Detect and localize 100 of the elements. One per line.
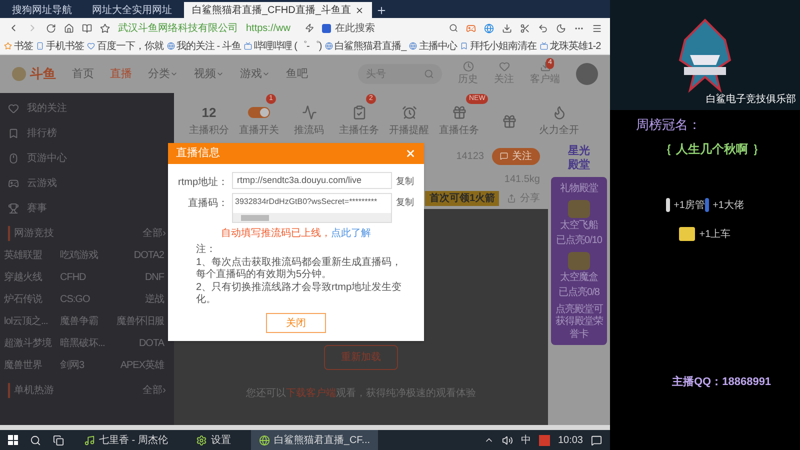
game-link[interactable]: 魔兽怀旧服 — [112, 314, 164, 329]
sidebar-item[interactable]: 赛事 — [0, 201, 174, 216]
star-icon[interactable] — [100, 22, 110, 34]
game-link[interactable]: 超激斗梦境 — [4, 336, 60, 351]
bookmark-item[interactable]: 拜托小姐南清在 — [460, 38, 537, 54]
windows-start-icon[interactable] — [8, 435, 18, 445]
game-link[interactable]: 穿越火线 — [4, 270, 60, 285]
search-field[interactable]: 在此搜索 — [322, 20, 441, 36]
nav-link[interactable]: 视频 — [194, 66, 224, 82]
url-text[interactable]: https://ww — [246, 20, 298, 36]
sidebar-item[interactable]: 页游中心 — [0, 151, 174, 166]
gamepad-icon[interactable] — [466, 22, 476, 34]
scissors-icon[interactable] — [520, 22, 530, 34]
search-icon[interactable] — [448, 23, 458, 33]
bookmark-label: 手机书签 — [46, 40, 84, 54]
globe-icon[interactable] — [484, 22, 494, 34]
pulse-icon[interactable] — [302, 105, 316, 120]
bookmark-item[interactable]: 哔哩哔哩 (゜-゜) — [244, 38, 322, 54]
close-button[interactable]: 关闭 — [266, 313, 326, 333]
input-field[interactable]: rtmp://sendtc3a.douyu.com/live — [232, 172, 392, 189]
browser-tab[interactable]: 白鲨熊猫君直播_CFHD直播_斗鱼直 — [184, 2, 372, 18]
more-link[interactable]: 全部› — [142, 383, 166, 398]
more-link[interactable]: 全部› — [142, 226, 166, 241]
game-link[interactable]: 英雄联盟 — [4, 248, 60, 263]
nav-link[interactable]: 鱼吧 — [286, 66, 308, 82]
download-link[interactable]: 下载客户端 — [286, 388, 336, 399]
bookmark-item[interactable]: 白鲨熊猫君直播_ — [324, 38, 406, 54]
bookmark-item[interactable]: 手机书签 — [36, 38, 84, 54]
tool-label: 直播开关 — [239, 124, 279, 138]
reward-picture — [568, 200, 590, 218]
new-tab-icon[interactable] — [376, 5, 387, 16]
browser-tab[interactable]: 搜狗网址导航 — [4, 2, 80, 18]
bookmark-label: 哔哩哔哩 (゜-゜) — [254, 40, 322, 54]
reload-icon[interactable] — [46, 22, 56, 34]
game-link[interactable]: 剑网3 — [60, 358, 112, 373]
game-link[interactable]: lol云顶之... — [4, 314, 60, 329]
reader-icon[interactable] — [82, 22, 92, 34]
game-link[interactable]: 逆战 — [112, 292, 164, 307]
taskbar-button[interactable]: 白鲨熊猫君直播_CF... — [250, 430, 378, 450]
text-area[interactable]: 3932834rDdHzGtB0?wsSecret=********* — [232, 193, 392, 223]
ime-indicator[interactable]: 中 — [520, 432, 531, 448]
moon-icon[interactable] — [556, 22, 566, 34]
bookmark-item[interactable]: 百度一下，你就 — [87, 38, 164, 54]
site-logo[interactable]: 斗鱼 — [12, 64, 56, 84]
bookmark-item[interactable]: 主播中心 — [409, 38, 458, 54]
browser-icon — [258, 434, 270, 446]
game-link[interactable]: 吃鸡游戏 — [60, 248, 112, 263]
copy-link[interactable]: 复制 — [396, 172, 414, 188]
sidebar-item[interactable]: 我的关注 — [0, 101, 174, 116]
bookmark-icon — [324, 42, 333, 50]
game-link[interactable]: DOTA — [112, 336, 164, 351]
sidebar-item[interactable]: 云游戏 — [0, 176, 174, 191]
taskbar-button[interactable]: 七里香 - 周杰伦 — [76, 430, 176, 450]
bookmark-item[interactable]: 书签 — [4, 38, 33, 54]
reload-button[interactable]: 重新加载 — [324, 345, 398, 370]
tool-label: 推流码 — [294, 124, 324, 138]
game-link[interactable]: 魔兽世界 — [4, 358, 60, 373]
browser-tab[interactable]: 网址大全实用网址 — [84, 2, 180, 18]
game-link[interactable]: 暗黑破坏... — [60, 336, 112, 351]
game-link[interactable]: 炉石传说 — [4, 292, 60, 307]
copy-link[interactable]: 复制 — [396, 193, 414, 210]
app-tray-icon[interactable] — [538, 434, 550, 446]
nav-link[interactable]: 直播 — [110, 66, 132, 82]
bookmark-item[interactable]: 我的关注 - 斗鱼 — [166, 38, 241, 54]
sidebar-item[interactable]: 排行榜 — [0, 126, 174, 141]
gift-label: +1大佬 — [712, 198, 744, 212]
taskbar-button[interactable]: 设置 — [188, 430, 239, 450]
bookmark-item[interactable]: 龙珠英雄1-2 — [540, 38, 601, 54]
follow-button[interactable]: 关注 — [492, 148, 540, 164]
menu-icon[interactable] — [592, 22, 602, 34]
download-icon[interactable] — [502, 22, 512, 34]
game-link[interactable]: CS:GO — [60, 292, 112, 307]
task-view-icon[interactable] — [53, 434, 64, 446]
promo-card[interactable]: 礼物殿堂 太空飞船 已点亮0/10 太空魔盒 已点亮0/8 点亮殿堂可获得殿堂荣誉卡 — [551, 176, 607, 345]
game-link[interactable]: CFHD — [60, 270, 112, 285]
learn-more-link[interactable]: 点此了解 — [331, 228, 371, 239]
nav-link[interactable]: 分类 — [148, 66, 178, 82]
field-label: rtmp地址： — [177, 176, 228, 190]
game-link[interactable]: APEX英雄 — [112, 358, 164, 373]
bookmark-icon — [87, 42, 95, 50]
nav-link[interactable]: 游戏 — [240, 66, 270, 82]
bookmark-label: 拜托小姐南清在 — [470, 40, 537, 54]
flash-icon[interactable] — [305, 23, 314, 33]
game-link[interactable]: DOTA2 — [112, 248, 164, 263]
gift-icon[interactable] — [502, 114, 516, 128]
nav-link[interactable]: 首页 — [72, 66, 94, 82]
game-link[interactable]: DNF — [112, 270, 164, 285]
volume-icon[interactable] — [502, 434, 513, 446]
game-link[interactable]: 魔兽争霸 — [60, 314, 112, 329]
flame-icon[interactable] — [552, 105, 566, 120]
notifications-icon[interactable] — [591, 434, 602, 446]
promo-banner[interactable]: 首次可领1火箭 — [425, 190, 499, 206]
alarm-clock-icon[interactable] — [402, 105, 416, 120]
avatar[interactable] — [576, 63, 598, 85]
toggle-switch[interactable] — [248, 107, 270, 118]
close-icon[interactable] — [405, 148, 416, 159]
share-icon — [507, 194, 516, 202]
home-icon[interactable] — [64, 22, 74, 34]
undo-icon[interactable] — [538, 22, 548, 34]
clipboard-icon[interactable] — [352, 105, 366, 120]
